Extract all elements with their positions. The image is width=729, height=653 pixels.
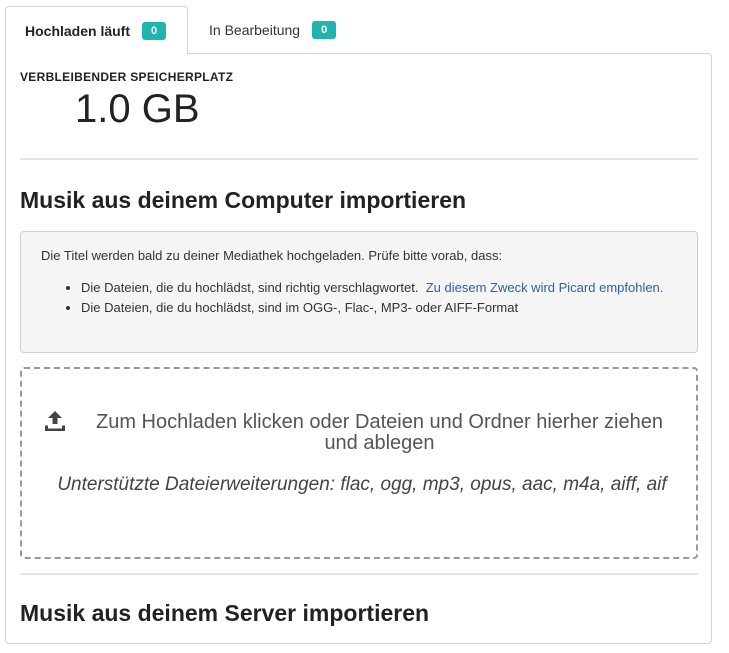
server-import-title: Musik aus deinem Server importieren: [20, 600, 430, 626]
remaining-storage-value: 1.0 GB: [75, 87, 200, 131]
picard-link[interactable]: Zu diesem Zweck wird Picard empfohlen.: [426, 280, 664, 295]
info-item-tags-text: Die Dateien, die du hochlädst, sind rich…: [81, 280, 419, 295]
remaining-storage-label: VERBLEIBENDER SPEICHERPLATZ: [20, 70, 234, 84]
tab-processing-count-badge: 0: [312, 20, 337, 39]
info-intro-text: Die Titel werden bald zu deiner Mediathe…: [41, 248, 503, 263]
info-item-format-text: Die Dateien, die du hochlädst, sind im O…: [81, 300, 519, 315]
upload-info-message: Die Titel werden bald zu deiner Mediathe…: [20, 231, 698, 353]
upload-tabs: Hochladen läuft 0 In Bearbeitung 0: [5, 6, 712, 55]
info-list-item: Die Dateien, die du hochlädst, sind im O…: [81, 298, 681, 318]
upload-panel: VERBLEIBENDER SPEICHERPLATZ 1.0 GB Musik…: [5, 53, 712, 644]
info-list-item: Die Dateien, die du hochlädst, sind rich…: [81, 278, 681, 298]
tab-processing[interactable]: In Bearbeitung 0: [188, 6, 348, 53]
supported-extensions-text: Unterstützte Dateierweiterungen: flac, o…: [57, 474, 667, 495]
tab-processing-label: In Bearbeitung: [209, 21, 301, 38]
file-dropzone[interactable]: Zum Hochladen klicken oder Dateien und O…: [20, 367, 698, 559]
dropzone-instructions: Zum Hochladen klicken oder Dateien und O…: [96, 411, 663, 454]
section-divider: [20, 573, 698, 575]
tab-uploading-label: Hochladen läuft: [25, 23, 131, 39]
upload-icon: [45, 411, 65, 431]
tab-uploading-count-badge: 0: [142, 22, 167, 40]
section-divider: [20, 158, 698, 160]
info-checklist: Die Dateien, die du hochlädst, sind rich…: [61, 278, 681, 318]
computer-import-title: Musik aus deinem Computer importieren: [20, 187, 467, 213]
tab-uploading[interactable]: Hochladen läuft 0: [5, 6, 188, 55]
